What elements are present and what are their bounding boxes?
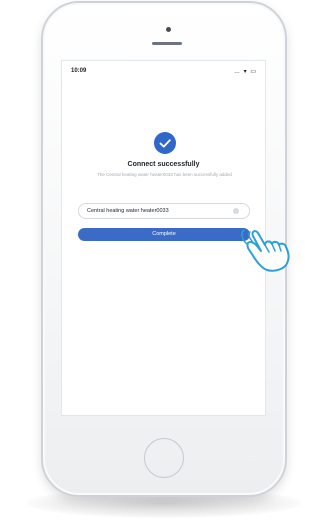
front-camera	[166, 27, 171, 32]
home-button[interactable]	[144, 438, 184, 478]
status-time: 10:09	[71, 68, 87, 74]
phone-screen: 10:09 … ▾ ▭ Connect successfully The Cen…	[61, 60, 266, 416]
pointing-hand-icon	[241, 229, 290, 272]
device-name-field[interactable]	[78, 203, 250, 219]
success-message: The Central heating water heater0033 has…	[97, 172, 232, 177]
status-icons: … ▾ ▭	[233, 69, 257, 75]
device-name-input[interactable]	[87, 206, 227, 216]
success-title: Connect successfully	[127, 161, 200, 168]
check-icon	[154, 132, 176, 154]
earpiece-speaker	[152, 42, 182, 45]
clear-icon[interactable]	[233, 208, 239, 214]
complete-button[interactable]: Complete	[78, 228, 250, 241]
